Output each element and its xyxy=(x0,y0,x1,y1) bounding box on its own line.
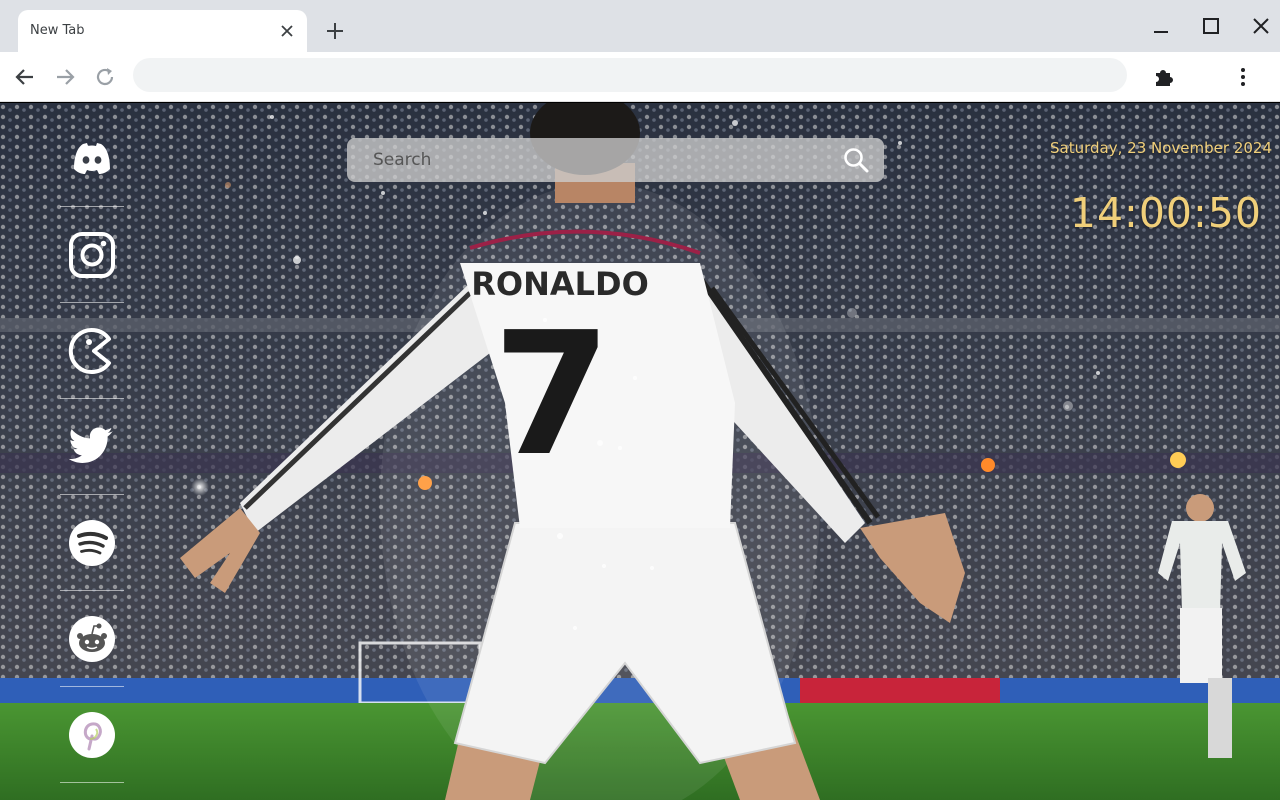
close-window-icon[interactable] xyxy=(1246,12,1276,42)
social-sidebar xyxy=(60,111,124,783)
maximize-icon[interactable] xyxy=(1196,12,1226,42)
pinterest-link[interactable] xyxy=(60,687,124,783)
search-input[interactable] xyxy=(347,138,827,182)
minimize-icon[interactable] xyxy=(1146,12,1176,42)
arrow-right-icon[interactable] xyxy=(52,64,78,90)
twitter-link[interactable] xyxy=(60,399,124,495)
tab-strip: New Tab xyxy=(0,0,1280,52)
pinterest-icon xyxy=(69,711,115,758)
new-tab-page: RONALDO 7 Search Saturday, 23 November 2… xyxy=(0,103,1280,800)
date-display: Saturday, 23 November 2024 xyxy=(1050,139,1272,157)
close-icon[interactable] xyxy=(277,21,297,41)
instagram-link[interactable] xyxy=(60,207,124,303)
discord-link[interactable] xyxy=(60,111,124,207)
reload-icon[interactable] xyxy=(92,64,118,90)
spotify-link[interactable] xyxy=(60,495,124,591)
kebab-menu-icon[interactable] xyxy=(1230,64,1256,90)
plus-icon[interactable] xyxy=(322,18,348,44)
search-icon[interactable] xyxy=(842,146,870,174)
search-box xyxy=(347,138,884,182)
puzzle-icon[interactable] xyxy=(1151,64,1177,90)
toolbar xyxy=(0,52,1280,102)
tab-new-tab[interactable]: New Tab xyxy=(18,10,307,52)
reddit-icon xyxy=(69,615,115,662)
twitter-icon xyxy=(68,426,114,463)
spotify-icon xyxy=(69,519,115,566)
omnibox[interactable] xyxy=(133,58,1127,92)
pacman-link[interactable] xyxy=(60,303,124,399)
reddit-link[interactable] xyxy=(60,591,124,687)
clock-display: 14:00:50 xyxy=(1069,189,1262,237)
pacman-icon xyxy=(68,327,111,374)
instagram-icon xyxy=(69,231,115,278)
discord-icon xyxy=(74,142,110,174)
jersey-number: 7 xyxy=(493,296,611,494)
arrow-left-icon[interactable] xyxy=(12,64,38,90)
tab-title: New Tab xyxy=(30,23,85,38)
